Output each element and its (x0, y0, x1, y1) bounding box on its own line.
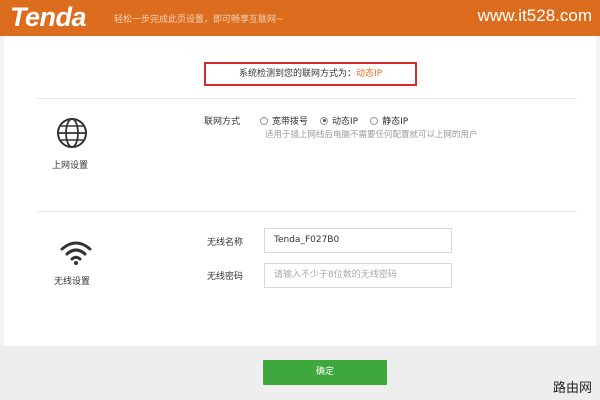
confirm-button[interactable]: 确定 (263, 360, 387, 385)
password-input[interactable]: 请输入不少于8位数的无线密码 (264, 263, 452, 288)
radio-pppoe[interactable]: 宽带拨号 (260, 114, 308, 127)
radio-circle[interactable] (320, 116, 329, 125)
brand-logo: Tenda (10, 2, 87, 32)
site-watermark: www.it528.com (477, 6, 592, 25)
radio-dynamic-ip[interactable]: 动态IP (320, 114, 358, 127)
setup-panel: 系统检测到您的联网方式为：动态IP 上网设置 联网方式 宽带拨号 动态IP 静态… (4, 36, 596, 346)
wifi-icon (59, 238, 93, 270)
radio-label: 动态IP (332, 117, 359, 127)
password-label: 无线密码 (207, 272, 244, 282)
globe-icon (55, 116, 89, 154)
radio-label: 静态IP (382, 117, 409, 127)
connection-type-options: 宽带拨号 动态IP 静态IP (260, 114, 420, 127)
detection-prefix: 系统检测到您的联网方式为： (238, 69, 356, 79)
ssid-label: 无线名称 (207, 238, 244, 248)
radio-circle[interactable] (260, 116, 268, 125)
connection-type-label: 联网方式 (204, 117, 241, 127)
middle-divider (37, 211, 577, 212)
detection-value: 动态IP (355, 69, 383, 79)
ssid-input[interactable]: Tenda_F027B0 (264, 228, 452, 253)
detection-notice: 系统检测到您的联网方式为：动态IP (204, 62, 417, 86)
radio-label: 宽带拨号 (272, 117, 309, 127)
password-placeholder: 请输入不少于8位数的无线密码 (274, 270, 397, 280)
connection-hint: 适用于插上网线后电脑不需要任何配置就可以上网的用户 (265, 130, 478, 140)
footer-bar: 确定 (0, 346, 600, 400)
internet-section-label: 上网设置 (52, 161, 89, 171)
ssid-value: Tenda_F027B0 (274, 235, 340, 245)
header-tagline: 轻松一步完成此页设置，即可畅享互联网~ (114, 15, 284, 25)
corner-watermark: 路由网 (552, 381, 592, 396)
top-divider (37, 98, 577, 99)
wireless-section-label: 无线设置 (54, 277, 91, 287)
radio-static-ip[interactable]: 静态IP (370, 114, 408, 127)
radio-circle[interactable] (370, 116, 379, 125)
top-header: Tenda 轻松一步完成此页设置，即可畅享互联网~ www.it528.com (0, 0, 600, 36)
